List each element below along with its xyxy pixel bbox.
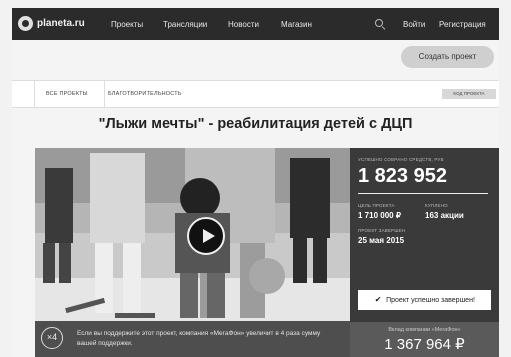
- top-nav: planeta.ru Проекты Трансляции Новости Ма…: [12, 8, 499, 40]
- divider: [34, 81, 35, 107]
- contribution-label: Вклад компании «МегаФон»: [388, 327, 461, 333]
- nav-item-streams[interactable]: Трансляции: [163, 20, 207, 29]
- completed-label: Проект успешно завершен!: [386, 297, 475, 304]
- logo-icon: [18, 16, 33, 31]
- page: planeta.ru Проекты Трансляции Новости Ма…: [12, 8, 499, 357]
- progress-fill: [358, 193, 488, 194]
- logo-text: planeta.ru: [37, 18, 85, 29]
- promo-text: Если вы поддержите этот проект, компания…: [77, 330, 321, 347]
- collected-amount: 1 823 952: [358, 165, 447, 187]
- divider: [104, 81, 105, 107]
- project-video[interactable]: ×4 Если вы поддержите этот проект, компа…: [35, 148, 350, 357]
- nav-item-projects[interactable]: Проекты: [111, 20, 143, 29]
- megafon-contribution: Вклад компании «МегаФон» 1 367 964 ₽: [350, 322, 499, 357]
- goal-label: ЦЕЛЬ ПРОЕКТА: [358, 203, 395, 208]
- nav-item-news[interactable]: Новости: [228, 20, 259, 29]
- bought-label: КУПЛЕНО: [425, 203, 448, 208]
- search-icon[interactable]: [375, 19, 383, 27]
- goal-value: 1 710 000 ₽: [358, 211, 401, 220]
- project-completed-button[interactable]: ✔ Проект успешно завершен!: [358, 290, 491, 310]
- filter-all-projects[interactable]: ВСЕ ПРОЕКТЫ: [46, 91, 88, 97]
- ended-label: ПРОЕКТ ЗАВЕРШЕН: [358, 228, 406, 233]
- check-icon: ✔: [374, 295, 382, 304]
- contribution-value: 1 367 964 ₽: [384, 336, 465, 353]
- collected-label: УСПЕШНО СОБРАНО СРЕДСТВ, РУБ: [358, 157, 444, 162]
- project-code-button[interactable]: КОД ПРОЕКТА: [442, 89, 496, 99]
- page-title: "Лыжи мечты" - реабилитация детей с ДЦП: [98, 116, 413, 132]
- nav-item-shop[interactable]: Магазин: [281, 20, 312, 29]
- ended-date: 25 мая 2015: [358, 236, 405, 245]
- filter-charity[interactable]: БЛАГОТВОРИТЕЛЬНОСТЬ: [108, 91, 182, 97]
- bought-value: 163 акции: [425, 211, 464, 220]
- progress-bar: [358, 193, 488, 194]
- register-link[interactable]: Регистрация: [439, 20, 486, 29]
- create-project-button[interactable]: Создать проект: [401, 46, 494, 68]
- megafon-promo: ×4 Если вы поддержите этот проект, компа…: [35, 321, 350, 357]
- login-link[interactable]: Войти: [403, 20, 425, 29]
- play-button[interactable]: [187, 217, 225, 255]
- logo[interactable]: planeta.ru: [18, 16, 85, 31]
- stats-panel: УСПЕШНО СОБРАНО СРЕДСТВ, РУБ 1 823 952 Ц…: [350, 148, 499, 322]
- filter-bar: ВСЕ ПРОЕКТЫ БЛАГОТВОРИТЕЛЬНОСТЬ КОД ПРОЕ…: [12, 80, 499, 108]
- x4-badge: ×4: [41, 327, 63, 349]
